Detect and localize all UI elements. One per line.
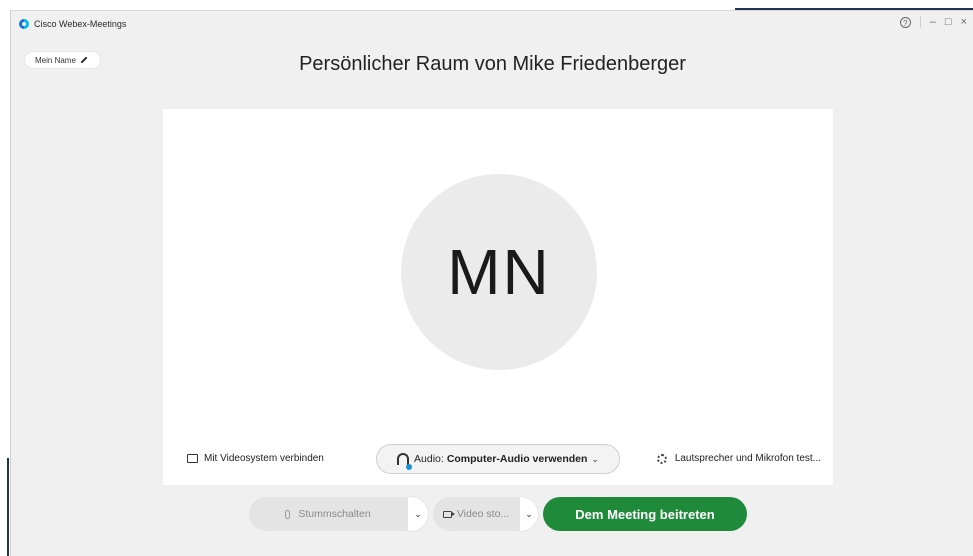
stop-video-button[interactable]: Video sto... [433, 497, 519, 531]
window-controls: ? – □ × [899, 16, 967, 28]
app-title: Cisco Webex-Meetings [34, 19, 127, 29]
meeting-controls: Stummschalten ⌄ Video sto... ⌄ Dem Meeti… [11, 495, 973, 535]
video-options-dropdown[interactable]: ⌄ [520, 497, 538, 531]
gear-icon [656, 453, 667, 464]
camera-icon [442, 510, 455, 518]
title-separator [919, 16, 921, 28]
microphone-icon [285, 509, 291, 519]
room-title: Persönlicher Raum von Mike Friedenberger [299, 53, 686, 75]
audio-options-dropdown[interactable]: ⌄ [408, 497, 428, 531]
cast-icon [187, 454, 198, 463]
minimize-button[interactable]: – [930, 16, 936, 28]
mute-button[interactable]: Stummschalten [249, 497, 407, 531]
audio-prefix: Audio: [414, 453, 444, 465]
audio-value: Computer-Audio verwenden [446, 453, 588, 465]
close-button[interactable]: × [961, 16, 967, 28]
join-meeting-button[interactable]: Dem Meeting beitreten [543, 497, 747, 531]
connect-video-system-label: Mit Videosystem verbinden [204, 453, 324, 464]
connect-video-system-button[interactable]: Mit Videosystem verbinden [187, 453, 324, 464]
video-preview: MN Mit Videosystem verbinden Audio: Comp… [163, 109, 833, 485]
chevron-down-icon: ⌄ [591, 453, 599, 464]
help-icon[interactable]: ? [899, 16, 911, 28]
headset-icon [397, 453, 413, 470]
window-accent-left [7, 458, 9, 556]
webex-logo-icon [19, 19, 29, 29]
speaker-mic-test-button[interactable]: Lautsprecher und Mikrofon test... [656, 453, 821, 464]
webex-window: Cisco Webex-Meetings ? – □ × Mein Name P… [10, 10, 973, 556]
title-bar: Cisco Webex-Meetings ? – □ × [11, 11, 973, 37]
maximize-button[interactable]: □ [945, 16, 952, 28]
avatar: MN [401, 174, 597, 370]
audio-select-button[interactable]: Audio: Computer-Audio verwenden ⌄ [376, 444, 620, 474]
video-label: Video sto... [456, 508, 510, 520]
speaker-mic-test-label: Lautsprecher und Mikrofon test... [674, 453, 821, 464]
mute-label: Stummschalten [298, 508, 371, 520]
